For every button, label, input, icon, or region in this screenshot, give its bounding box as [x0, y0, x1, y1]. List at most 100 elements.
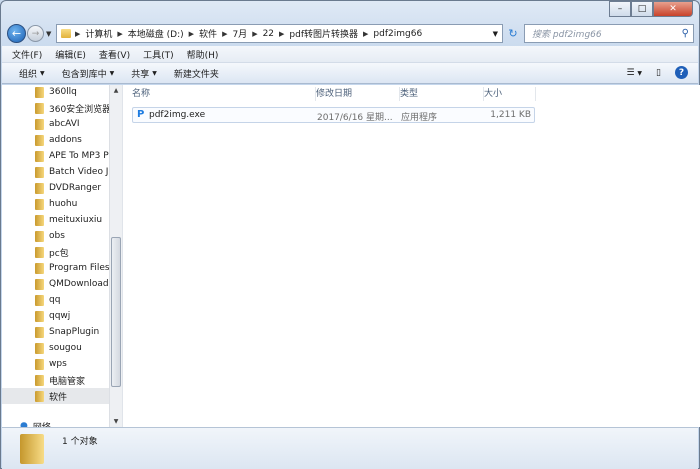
menu-view[interactable]: 查看(V)	[99, 48, 130, 61]
organize-label: 组织	[19, 69, 38, 80]
folder-label: meituxiuxiu	[49, 215, 103, 225]
folder-icon	[35, 166, 44, 178]
organize-button[interactable]: 组织 ▼	[2, 67, 45, 80]
breadcrumb-separator[interactable]: ▶	[363, 30, 368, 38]
new-folder-button[interactable]: 新建文件夹	[157, 67, 219, 80]
menu-help[interactable]: 帮助(H)	[187, 48, 219, 61]
sidebar-folder-item[interactable]: Program Files	[2, 260, 109, 276]
search-input[interactable]: 搜索 pdf2img66 ⚲	[524, 24, 694, 43]
recent-pages-dropdown[interactable]: ▼	[46, 30, 51, 38]
sidebar-folder-item[interactable]: Batch Video Jo	[2, 164, 109, 180]
sidebar-folder-item[interactable]: pc包	[2, 244, 109, 260]
back-button[interactable]: ←	[7, 24, 26, 43]
breadcrumb-item[interactable]: pdf转图片转换器	[289, 27, 358, 40]
share-label: 共享	[131, 69, 150, 80]
help-button[interactable]: ?	[675, 66, 688, 79]
column-type[interactable]: 类型	[400, 87, 484, 101]
folder-label: 电脑管家	[49, 376, 86, 387]
breadcrumb-separator[interactable]: ▶	[189, 30, 194, 38]
folder-label: APE To MP3 Pl	[49, 151, 109, 161]
navigation-scrollbar[interactable]: ▲ ▼	[109, 85, 122, 427]
sidebar-folder-item[interactable]: huohu	[2, 196, 109, 212]
folder-icon	[35, 390, 44, 402]
sidebar-folder-item[interactable]: sougou	[2, 340, 109, 356]
column-headers: 名称 修改日期 类型 大小	[123, 85, 700, 103]
sidebar-folder-item[interactable]: 电脑管家	[2, 372, 109, 388]
folder-icon	[35, 262, 44, 274]
breadcrumb-item[interactable]: 22	[263, 29, 274, 39]
view-options-button[interactable]: ☰ ▼	[626, 68, 642, 78]
include-label: 包含到库中	[61, 69, 107, 80]
file-type: 应用程序	[401, 113, 438, 123]
sidebar-folder-item[interactable]: 软件	[2, 388, 109, 404]
breadcrumb-separator[interactable]: ▶	[279, 30, 284, 38]
sidebar-folder-item[interactable]: SnapPlugin	[2, 324, 109, 340]
column-date[interactable]: 修改日期	[316, 87, 400, 101]
menu-tools[interactable]: 工具(T)	[143, 48, 174, 61]
folder-icon	[35, 198, 44, 210]
sidebar-folder-item[interactable]: qqwj	[2, 308, 109, 324]
file-row[interactable]: P pdf2img.exe 2017/6/16 星期... 应用程序 1,211…	[132, 107, 535, 123]
sidebar-network[interactable]: ●网络	[2, 418, 109, 427]
sidebar-folder-item[interactable]: DVDRanger	[2, 180, 109, 196]
breadcrumb-separator[interactable]: ▶	[75, 30, 80, 38]
breadcrumb-item[interactable]: 本地磁盘 (D:)	[128, 27, 184, 40]
explorer-window: – □ ✕ ← → ▼ ▶ 计算机 ▶ 本地磁盘 (D:) ▶ 软件 ▶ 7月 ▶ 22 ▶ pdf转…	[0, 0, 700, 469]
item-count: 1 个对象	[62, 437, 98, 447]
folder-icon	[35, 102, 44, 114]
breadcrumb-separator[interactable]: ▶	[222, 30, 227, 38]
sidebar-folder-item[interactable]: APE To MP3 Pl	[2, 148, 109, 164]
refresh-icon: ↻	[508, 27, 518, 40]
forward-button[interactable]: →	[27, 25, 44, 42]
preview-pane-button[interactable]: ▯	[656, 68, 661, 78]
include-in-library-button[interactable]: 包含到库中 ▼	[45, 67, 115, 80]
column-size[interactable]: 大小	[484, 87, 536, 101]
scroll-down-arrow[interactable]: ▼	[110, 418, 122, 425]
sidebar-folder-item[interactable]: qq	[2, 292, 109, 308]
sidebar-folder-item[interactable]: 360安全浏览器	[2, 100, 109, 116]
arrow-right-icon: →	[31, 28, 40, 39]
minimize-button[interactable]: –	[609, 1, 631, 17]
details-pane: 1 个对象	[2, 427, 698, 469]
file-size: 1,211 KB	[490, 110, 531, 120]
sidebar-folder-item[interactable]: addons	[2, 132, 109, 148]
sidebar-folder-item[interactable]: meituxiuxiu	[2, 212, 109, 228]
breadcrumb-separator[interactable]: ▶	[117, 30, 122, 38]
sidebar-folder-item[interactable]: QMDownload	[2, 276, 109, 292]
folder-icon	[35, 150, 44, 162]
folder-icon	[35, 182, 44, 194]
breadcrumb-item[interactable]: 计算机	[85, 27, 112, 40]
folder-label: DVDRanger	[49, 183, 102, 193]
scroll-up-arrow[interactable]: ▲	[110, 87, 122, 94]
breadcrumb-item[interactable]: pdf2img66	[373, 29, 422, 39]
folder-icon	[35, 214, 44, 226]
column-name[interactable]: 名称	[132, 87, 316, 101]
folder-label: pc包	[49, 248, 69, 259]
breadcrumb-item[interactable]: 7月	[232, 27, 247, 40]
address-dropdown[interactable]: ▼	[493, 30, 498, 38]
folder-label: 360llq	[49, 87, 77, 97]
address-bar[interactable]: ▶ 计算机 ▶ 本地磁盘 (D:) ▶ 软件 ▶ 7月 ▶ 22 ▶ pdf转图片转换器 ▶ pdf2im…	[56, 24, 503, 43]
sidebar-folder-item[interactable]: 360llq	[2, 85, 109, 100]
folder-label: 软件	[49, 392, 68, 403]
sidebar-folder-item[interactable]: wps	[2, 356, 109, 372]
sidebar-folder-item[interactable]: obs	[2, 228, 109, 244]
breadcrumb-separator[interactable]: ▶	[252, 30, 257, 38]
chevron-down-icon: ▼	[637, 69, 643, 77]
share-button[interactable]: 共享 ▼	[114, 67, 157, 80]
maximize-button[interactable]: □	[631, 1, 653, 17]
breadcrumb-item[interactable]: 软件	[199, 27, 217, 40]
close-button[interactable]: ✕	[653, 1, 693, 17]
menu-file[interactable]: 文件(F)	[12, 48, 42, 61]
scrollbar-thumb[interactable]	[111, 237, 121, 387]
refresh-button[interactable]: ↻	[505, 24, 521, 43]
sidebar-folder-item[interactable]: abcAVI	[2, 116, 109, 132]
search-placeholder: 搜索 pdf2img66	[532, 30, 602, 40]
menu-bar: 文件(F) 编辑(E) 查看(V) 工具(T) 帮助(H)	[2, 46, 698, 63]
folder-label: sougou	[49, 343, 82, 353]
folder-icon	[35, 342, 44, 354]
menu-edit[interactable]: 编辑(E)	[55, 48, 86, 61]
file-date: 2017/6/16 星期...	[317, 113, 393, 123]
folder-label: abcAVI	[49, 119, 80, 129]
folder-icon	[35, 246, 44, 258]
